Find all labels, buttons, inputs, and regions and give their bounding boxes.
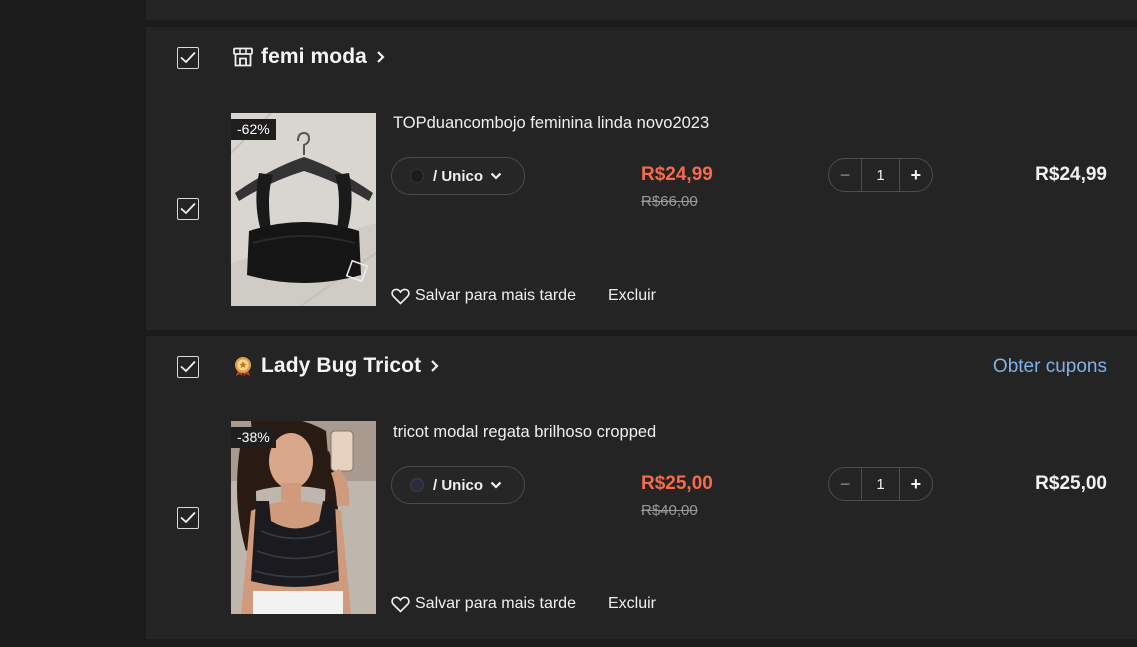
store-select-checkbox[interactable] (177, 47, 199, 69)
variant-label: / Unico (433, 476, 484, 494)
product-thumbnail[interactable]: -62% (231, 113, 376, 306)
product-thumbnail[interactable]: -38% (231, 421, 376, 614)
product-image-model-tricot (231, 421, 376, 614)
chevron-right-icon (431, 360, 439, 372)
delete-button[interactable]: Excluir (608, 595, 656, 613)
original-price: R$66,00 (641, 193, 698, 210)
store-icon (233, 47, 253, 67)
decrease-quantity-button[interactable]: − (829, 159, 861, 191)
check-icon (180, 360, 196, 373)
chevron-right-icon (377, 51, 385, 63)
store-select-checkbox[interactable] (177, 356, 199, 378)
save-for-later-label: Salvar para mais tarde (415, 287, 576, 304)
color-swatch-icon (410, 478, 424, 492)
chevron-down-icon (490, 172, 502, 180)
save-for-later-label: Salvar para mais tarde (415, 595, 576, 612)
store-name[interactable]: femi moda (261, 45, 367, 69)
store-header[interactable]: Lady Bug Tricot (232, 354, 440, 378)
previous-store-panel (146, 0, 1137, 20)
delete-button[interactable]: Excluir (608, 287, 656, 305)
quantity-stepper: − 1 + (828, 467, 933, 501)
item-total: R$24,99 (1035, 164, 1107, 185)
get-coupons-link[interactable]: Obter cupons (993, 356, 1107, 378)
save-for-later-button[interactable]: Salvar para mais tarde (391, 287, 576, 305)
badge-medal-icon (235, 357, 251, 376)
product-title[interactable]: tricot modal regata brilhoso cropped (393, 423, 656, 442)
item-select-checkbox[interactable] (177, 507, 199, 529)
product-title[interactable]: TOPduancombojo feminina linda novo2023 (393, 114, 709, 133)
original-price: R$40,00 (641, 502, 698, 519)
variant-selector[interactable]: / Unico (391, 466, 525, 504)
store-name[interactable]: Lady Bug Tricot (261, 354, 421, 378)
variant-selector[interactable]: / Unico (391, 157, 525, 195)
store-header[interactable]: femi moda (232, 45, 386, 69)
quantity-value[interactable]: 1 (861, 468, 900, 500)
discount-badge: -62% (231, 119, 276, 140)
check-icon (180, 51, 196, 64)
quantity-value[interactable]: 1 (861, 159, 900, 191)
check-icon (180, 202, 196, 215)
quantity-stepper: − 1 + (828, 158, 933, 192)
increase-quantity-button[interactable]: + (900, 159, 932, 191)
decrease-quantity-button[interactable]: − (829, 468, 861, 500)
heart-icon (391, 288, 410, 305)
discount-badge: -38% (231, 427, 276, 448)
heart-icon (391, 596, 410, 613)
save-for-later-button[interactable]: Salvar para mais tarde (391, 595, 576, 613)
check-icon (180, 511, 196, 524)
sale-price: R$24,99 (641, 164, 713, 185)
chevron-down-icon (490, 481, 502, 489)
variant-label: / Unico (433, 167, 484, 185)
item-select-checkbox[interactable] (177, 198, 199, 220)
sale-price: R$25,00 (641, 473, 713, 494)
product-image-black-top (231, 113, 376, 306)
increase-quantity-button[interactable]: + (900, 468, 932, 500)
color-swatch-icon (410, 169, 424, 183)
item-total: R$25,00 (1035, 473, 1107, 494)
